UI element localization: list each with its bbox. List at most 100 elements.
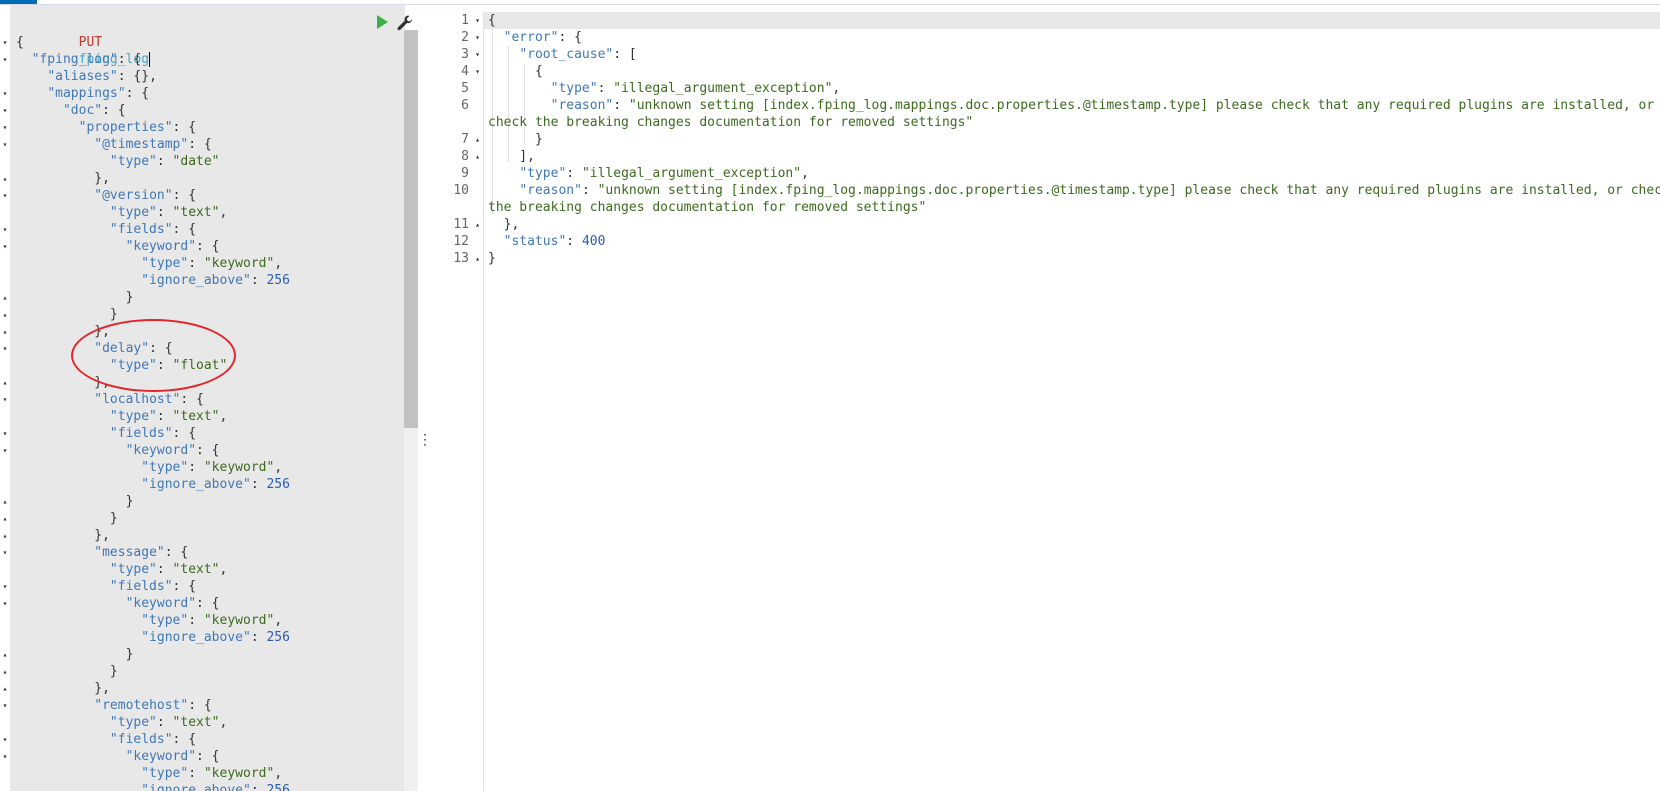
request-code-line[interactable]: "type": "keyword", <box>0 459 405 476</box>
fold-toggle-icon[interactable]: ▾ <box>0 442 10 459</box>
request-code-line[interactable]: ▴ } <box>0 646 405 663</box>
fold-toggle-icon[interactable]: ▾ <box>0 238 10 255</box>
request-code-line[interactable]: ▾ "fields": { <box>0 578 405 595</box>
fold-toggle-icon[interactable]: ▾ <box>0 34 10 51</box>
request-line-header[interactable]: PUT fping_log <box>0 17 405 67</box>
code-token: "type" <box>141 613 189 628</box>
fold-toggle-icon[interactable]: ▴ <box>0 323 10 340</box>
fold-toggle-icon[interactable]: ▴ <box>475 131 480 148</box>
request-code-line[interactable]: ▾ "message": { <box>0 544 405 561</box>
fold-toggle-icon[interactable]: ▾ <box>0 391 10 408</box>
request-code-line[interactable]: ▾{ <box>0 34 405 51</box>
request-code-line[interactable]: ▾ "@timestamp": { <box>0 136 405 153</box>
fold-toggle-icon[interactable]: ▾ <box>0 748 10 765</box>
request-code-line[interactable]: "ignore_above": 256 <box>0 629 405 646</box>
play-icon[interactable] <box>374 14 390 30</box>
fold-toggle-icon[interactable]: ▴ <box>0 646 10 663</box>
request-code-line[interactable]: ▾ "localhost": { <box>0 391 405 408</box>
fold-toggle-icon[interactable]: ▾ <box>475 29 480 46</box>
fold-toggle-icon[interactable]: ▴ <box>0 680 10 697</box>
request-code-line[interactable]: "type": "date" <box>0 153 405 170</box>
fold-toggle-icon[interactable]: ▾ <box>0 187 10 204</box>
request-code-line[interactable]: "type": "text", <box>0 561 405 578</box>
request-code-line[interactable]: ▾ "fields": { <box>0 221 405 238</box>
request-code-line[interactable]: ▴ } <box>0 510 405 527</box>
fold-toggle-icon[interactable]: ▾ <box>0 578 10 595</box>
request-code-line[interactable]: ▾ "fields": { <box>0 425 405 442</box>
fold-toggle-icon[interactable]: ▾ <box>0 221 10 238</box>
request-code-line[interactable]: "ignore_above": 256 <box>0 782 405 791</box>
request-code-line[interactable]: "type": "keyword", <box>0 612 405 629</box>
fold-toggle-icon[interactable]: ▴ <box>0 289 10 306</box>
fold-toggle-icon[interactable]: ▾ <box>0 340 10 357</box>
fold-toggle-icon[interactable]: ▾ <box>0 595 10 612</box>
request-code-line[interactable]: ▾ "properties": { <box>0 119 405 136</box>
fold-toggle-icon[interactable]: ▴ <box>475 148 480 165</box>
request-editor-pane[interactable]: PUT fping_log ▾{▾ "fping_log": { "aliase… <box>0 5 405 791</box>
code-token: 256 <box>266 630 290 645</box>
fold-toggle-icon[interactable]: ▾ <box>475 12 480 29</box>
request-code-line[interactable]: "type": "text", <box>0 408 405 425</box>
fold-toggle-icon[interactable]: ▾ <box>0 102 10 119</box>
fold-toggle-icon[interactable]: ▾ <box>475 63 480 80</box>
fold-toggle-icon[interactable]: ▾ <box>0 425 10 442</box>
request-code-line[interactable]: ▴ }, <box>0 680 405 697</box>
request-code-line[interactable]: ▴ } <box>0 306 405 323</box>
fold-toggle-icon[interactable]: ▴ <box>0 510 10 527</box>
code-token: , <box>219 562 228 577</box>
request-code-line[interactable]: ▾ "keyword": { <box>0 748 405 765</box>
request-code-line[interactable]: ▾ "keyword": { <box>0 442 405 459</box>
request-code-line[interactable]: ▾ "keyword": { <box>0 238 405 255</box>
request-code-line[interactable]: ▾ "fields": { <box>0 731 405 748</box>
fold-toggle-icon[interactable]: ▾ <box>0 697 10 714</box>
request-code-text: "ignore_above": 256 <box>16 476 290 493</box>
request-code-line[interactable]: ▴ }, <box>0 527 405 544</box>
code-token: "text" <box>172 205 220 220</box>
request-code-line[interactable]: ▴ } <box>0 493 405 510</box>
code-token: : <box>597 81 614 96</box>
request-code-lines[interactable]: PUT fping_log ▾{▾ "fping_log": { "aliase… <box>0 17 405 791</box>
response-code-line: "reason": "unknown setting [index.fping_… <box>488 182 1660 199</box>
fold-toggle-icon[interactable]: ▾ <box>0 731 10 748</box>
request-code-line[interactable]: ▴ } <box>0 663 405 680</box>
fold-toggle-icon[interactable]: ▴ <box>475 250 480 267</box>
request-code-line[interactable]: ▴ } <box>0 289 405 306</box>
fold-toggle-icon[interactable]: ▾ <box>0 544 10 561</box>
fold-toggle-icon[interactable]: ▴ <box>0 663 10 680</box>
request-code-line[interactable]: "type": "keyword", <box>0 765 405 782</box>
request-code-line[interactable]: ▾ "remotehost": { <box>0 697 405 714</box>
request-code-line[interactable]: "type": "keyword", <box>0 255 405 272</box>
fold-toggle-icon[interactable]: ▴ <box>0 527 10 544</box>
request-code-line[interactable]: "ignore_above": 256 <box>0 476 405 493</box>
pane-resize-handle[interactable]: ⋮ <box>418 430 432 450</box>
request-code-line[interactable]: ▾ "keyword": { <box>0 595 405 612</box>
request-code-line[interactable]: ▾ "@version": { <box>0 187 405 204</box>
line-number-text: 5 <box>461 81 469 96</box>
request-code-line[interactable]: ▴ }, <box>0 170 405 187</box>
code-token: : {}, <box>117 69 157 84</box>
code-token: "doc" <box>62 103 103 118</box>
request-code-line[interactable]: "type": "text", <box>0 204 405 221</box>
request-code-line[interactable]: "type": "text", <box>0 714 405 731</box>
fold-toggle-icon[interactable]: ▾ <box>0 119 10 136</box>
fold-toggle-icon[interactable]: ▴ <box>475 216 480 233</box>
fold-toggle-icon[interactable]: ▾ <box>0 136 10 153</box>
request-code-line[interactable]: ▾ "fping_log": { <box>0 51 405 68</box>
fold-toggle-icon[interactable]: ▾ <box>0 85 10 102</box>
request-code-line[interactable]: "aliases": {}, <box>0 68 405 85</box>
fold-toggle-icon[interactable]: ▾ <box>0 51 10 68</box>
response-viewer-pane[interactable]: 1 ▾{2 ▾ "error": {3 ▾ "root_cause": [4 ▾ {5 … <box>434 12 1660 791</box>
fold-toggle-icon[interactable]: ▴ <box>0 493 10 510</box>
fold-toggle-icon[interactable]: ▾ <box>475 46 480 63</box>
request-code-line[interactable]: ▾ "doc": { <box>0 102 405 119</box>
request-code-line[interactable]: "ignore_above": 256 <box>0 272 405 289</box>
request-scrollbar-thumb[interactable] <box>404 30 418 428</box>
code-token: : [ <box>613 47 637 62</box>
fold-toggle-icon[interactable]: ▴ <box>0 306 10 323</box>
active-tab-indicator[interactable] <box>0 0 37 4</box>
code-token: "type" <box>109 154 157 169</box>
fold-toggle-icon[interactable]: ▴ <box>0 170 10 187</box>
request-code-line[interactable]: ▾ "mappings": { <box>0 85 405 102</box>
fold-toggle-icon[interactable]: ▴ <box>0 374 10 391</box>
